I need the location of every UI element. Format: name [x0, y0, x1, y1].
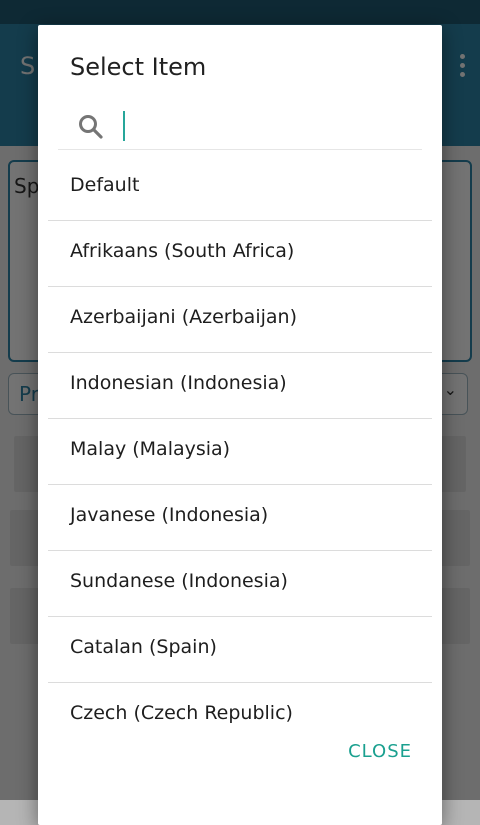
list-item[interactable]: Malay (Malaysia): [48, 419, 432, 485]
list-item[interactable]: Indonesian (Indonesia): [48, 353, 432, 419]
list-item-label: Default: [70, 174, 140, 196]
select-item-dialog: Select Item Default Afrikaans (South Afr…: [38, 25, 442, 825]
list-item-label: Sundanese (Indonesia): [70, 570, 288, 592]
dialog-title: Select Item: [70, 53, 207, 81]
search-bar[interactable]: [58, 103, 422, 150]
list-item-label: Azerbaijani (Azerbaijan): [70, 306, 297, 328]
list-item[interactable]: Sundanese (Indonesia): [48, 551, 432, 617]
list-item-label: Catalan (Spain): [70, 636, 217, 658]
list-item[interactable]: Azerbaijani (Azerbaijan): [48, 287, 432, 353]
list-item[interactable]: Afrikaans (South Africa): [48, 221, 432, 287]
list-item[interactable]: Javanese (Indonesia): [48, 485, 432, 551]
list-item-label: Malay (Malaysia): [70, 438, 231, 460]
list-item-label: Javanese (Indonesia): [70, 504, 269, 526]
list-item-label: Indonesian (Indonesia): [70, 372, 287, 394]
text-cursor: [123, 111, 125, 141]
list-item[interactable]: Default: [48, 155, 432, 221]
close-button[interactable]: CLOSE: [348, 741, 412, 762]
list-item-label: Czech (Czech Republic): [70, 702, 293, 723]
list-item-label: Afrikaans (South Africa): [70, 240, 295, 262]
search-input[interactable]: [130, 109, 414, 145]
item-list[interactable]: Default Afrikaans (South Africa) Azerbai…: [48, 155, 432, 723]
list-item[interactable]: Catalan (Spain): [48, 617, 432, 683]
list-item[interactable]: Czech (Czech Republic): [48, 683, 432, 723]
search-icon: [79, 115, 103, 139]
